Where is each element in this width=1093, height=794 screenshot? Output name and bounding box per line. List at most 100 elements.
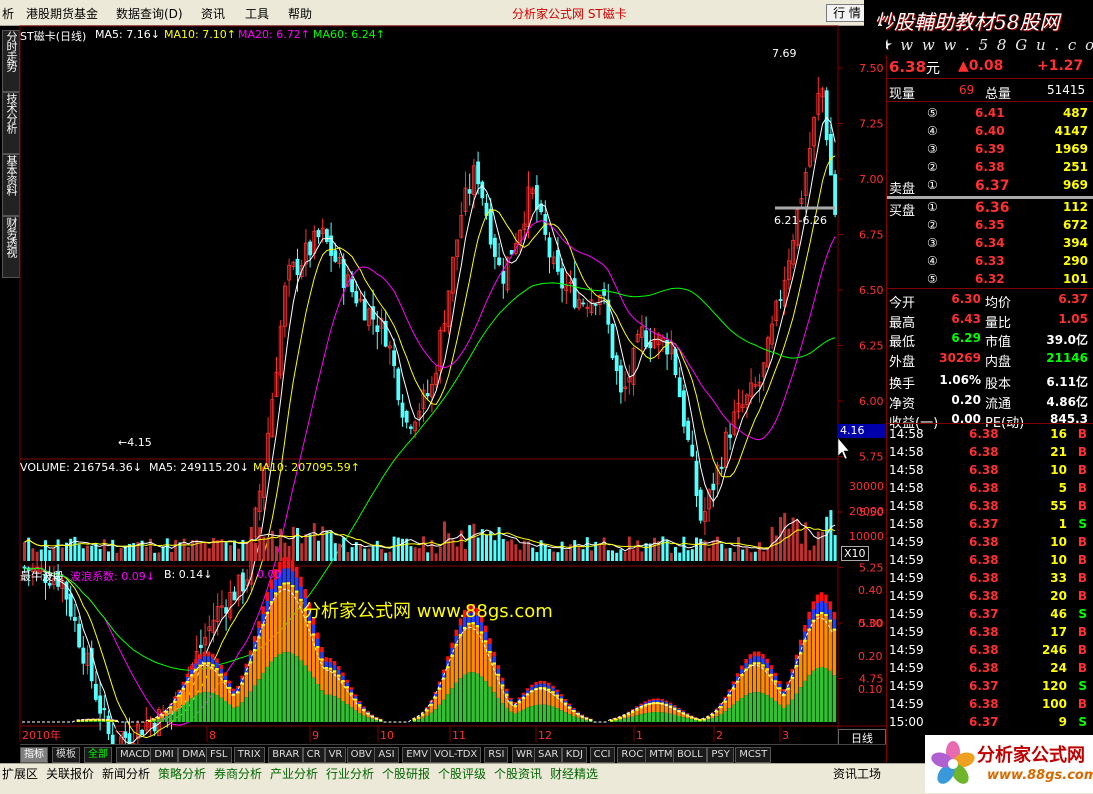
info-tab[interactable]: 行业分析 [326,766,374,782]
indicator-bar [757,651,761,656]
indicator-tab[interactable]: 指标 [20,747,48,763]
indicator-tab[interactable]: KDJ [562,747,587,763]
indicator-tab[interactable]: TRIX [234,747,265,763]
info-tab[interactable]: 新闻分析 [102,766,150,782]
indicator-bar [488,686,492,722]
candle-body [409,427,412,429]
info-tab[interactable]: 关联报价 [46,766,94,782]
info-workshop-tab[interactable]: 资讯工场 [833,766,881,782]
indicator-tab[interactable]: EMV [402,747,432,763]
indicator-tab[interactable]: 模板 [52,747,80,763]
indicator-bar [686,718,690,722]
volume-bar [405,539,408,561]
indicator-tab[interactable]: ROC [617,747,647,763]
indicator-bar [728,708,732,722]
volume-bar [754,552,757,561]
volume-bar [733,552,736,561]
indicator-bar [316,684,320,722]
indicator-bar [782,708,786,722]
period-label[interactable]: 日线 [838,729,886,745]
indicator-bar [732,681,736,684]
volume-bar [489,532,492,561]
indicator-tab[interactable]: ASI [374,747,398,763]
indicator-tab[interactable]: PSY [707,747,734,763]
indicator-bar [278,654,282,722]
ask-price: 6.39 [975,142,1005,156]
stat-value: 6.43 [951,312,981,326]
tick-volume: 10 [1050,463,1067,477]
indicator-bar [366,711,370,712]
indicator-bar [455,683,459,722]
indicator-tab[interactable]: MCST [735,747,771,763]
indicator-tab[interactable]: OBV [347,747,376,763]
volume-bar [573,540,576,561]
indicator-bar [534,705,538,722]
stat-label: 净资 [889,393,915,412]
indicator-tab[interactable]: VR [325,747,347,763]
indicator-tab[interactable]: DMA [178,747,209,763]
indicator-tab[interactable]: CCI [590,747,615,763]
info-tab[interactable]: 券商分析 [214,766,262,782]
stat-label: 市值 [985,331,1011,350]
indicator-tab[interactable]: BOLL [673,747,707,763]
volume-bar [258,527,261,561]
volume-bar [611,550,614,561]
bid-volume: 672 [1063,218,1088,232]
volume-bar [103,539,106,561]
indicator-tab[interactable]: FSL [206,747,232,763]
indicator-bar [324,667,328,694]
volume-bar [313,523,316,561]
indicator-tab[interactable]: DMI [150,747,177,763]
volume-bar [120,548,123,561]
indicator-tab[interactable]: VOL-TDX [430,747,481,763]
volume-bar [170,552,173,561]
ask-volume: 1969 [1055,142,1088,156]
volume-bar [695,538,698,561]
indicator-bar [194,659,198,663]
info-tab[interactable]: 个股评级 [438,766,486,782]
indicator-tab[interactable]: BRAR [268,747,303,763]
tick-row: 14:586.371S [887,516,1087,534]
indicator-tab[interactable]: SAR [534,747,562,763]
indicator-tab[interactable]: 全部 [84,747,112,763]
volume-bar [741,550,744,561]
indicator-bar [324,695,328,722]
indicator-bar [337,698,341,722]
indicator-bar [165,716,169,722]
info-tab[interactable]: 个股资讯 [494,766,542,782]
info-tab[interactable]: 产业分析 [270,766,318,782]
indicator-tab[interactable]: MACD [116,747,154,763]
info-tab[interactable]: 财经精选 [550,766,598,782]
ask-row: ⑤6.41487 [887,105,1087,123]
indicator-tab[interactable]: RSI [484,747,508,763]
indicator-bar [232,694,236,708]
indicator-bar [786,688,790,705]
indicator-bar [215,668,219,670]
volume-bar [506,541,509,561]
volume-bar [514,544,517,561]
volume-bar [342,537,345,561]
indicator-tab[interactable]: CR [303,747,325,763]
tick-side: B [1078,427,1087,441]
info-tab[interactable]: 个股研报 [382,766,430,782]
indicator-bar [169,706,173,708]
volume-bar [388,552,391,561]
volume-bar [674,547,677,561]
info-tab[interactable]: 策略分析 [158,766,206,782]
volume-bar [153,553,156,561]
volume-tick-label: 30000 [849,480,884,493]
chart-area[interactable]: 7.507.257.006.756.506.256.005.755.505.25… [0,0,886,744]
indicator-bar [501,703,505,722]
indicator-bar [329,668,333,670]
indicator-bar [539,687,543,704]
volume-bar [48,550,51,561]
ask-row: ④6.404147 [887,123,1087,141]
stat-value: 6.37 [1058,292,1088,306]
info-tab[interactable]: 扩展区 [2,766,38,782]
indicator-bar [484,681,488,722]
indicator-bar [761,693,765,722]
indicator-bar [173,701,177,703]
indicator-tab[interactable]: MTM [645,747,676,763]
volume-bar [615,553,618,561]
candle-body [582,303,585,304]
